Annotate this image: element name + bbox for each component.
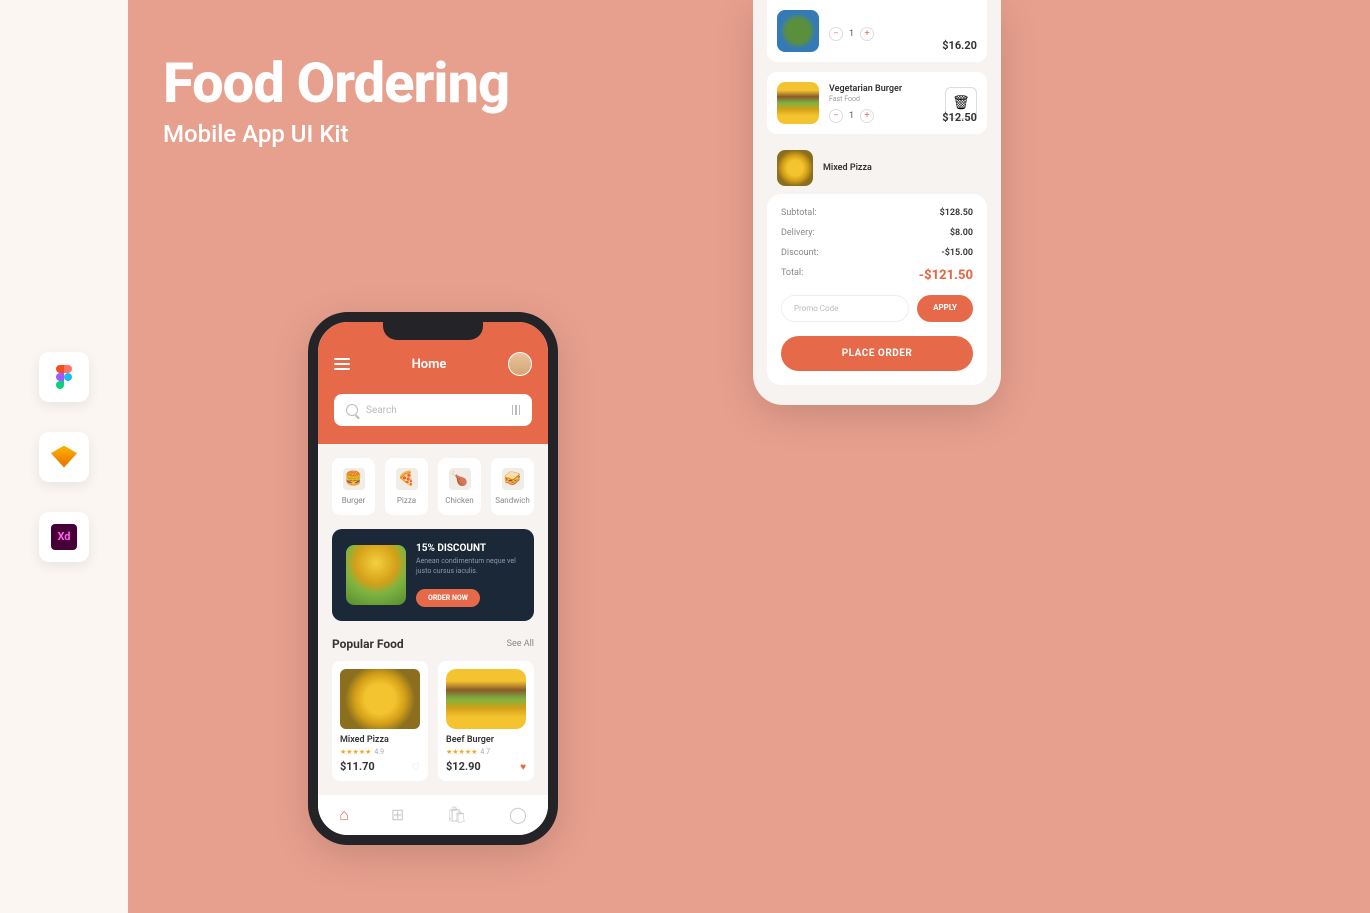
page-title: Home (412, 357, 447, 372)
sketch-icon (39, 432, 89, 482)
xd-icon: Xd (39, 512, 89, 562)
home-header: Home Search (318, 322, 548, 444)
qty-minus-button[interactable]: − (829, 109, 843, 123)
food-image (340, 669, 420, 729)
nav-home-icon[interactable]: ⌂ (339, 805, 349, 825)
category-sandwich[interactable]: 🥪Sandwich (491, 458, 534, 515)
rating-stars: ★★★★★4.7 (446, 748, 526, 756)
category-pizza[interactable]: 🍕Pizza (385, 458, 428, 515)
order-summary: Subtotal:$128.50 Delivery:$8.00 Discount… (767, 194, 987, 385)
figma-icon (39, 352, 89, 402)
hero-text: Food Ordering Mobile App UI Kit (163, 50, 509, 148)
place-order-button[interactable]: PLACE ORDER (781, 336, 973, 371)
nav-bag-icon[interactable]: 🛍 (447, 805, 467, 825)
avatar[interactable] (508, 352, 532, 376)
promo-banner: 15% DISCOUNT Aenean condimentum neque ve… (332, 529, 534, 621)
promo-image (346, 545, 406, 605)
heart-icon[interactable]: ♥ (520, 762, 526, 773)
rating-stars: ★★★★★4.9 (340, 748, 420, 756)
cart-item: Mixed Pizza (767, 144, 987, 186)
popular-title: Popular Food (332, 637, 404, 651)
order-now-button[interactable]: ORDER NOW (416, 589, 480, 607)
qty-minus-button[interactable]: − (829, 27, 843, 41)
search-placeholder: Search (366, 405, 504, 416)
see-all-link[interactable]: See All (507, 639, 534, 649)
cart-item: Vegetarian Burger Fast Food − 1 + $12.50… (767, 72, 987, 134)
bottom-nav: ⌂ ⊞ 🛍 ◯ (318, 795, 548, 835)
category-row: 🍔Burger 🍕Pizza 🍗Chicken 🥪Sandwich (332, 458, 534, 515)
qty-plus-button[interactable]: + (860, 109, 874, 123)
food-image (777, 10, 819, 52)
nav-grid-icon[interactable]: ⊞ (391, 805, 404, 825)
cart-screen: − 1 + $16.20 Vegetarian Burger Fast Food… (753, 0, 1001, 405)
food-image (446, 669, 526, 729)
promo-desc: Aenean condimentum neque vel justo cursu… (416, 557, 520, 577)
search-icon (346, 404, 358, 416)
apply-button[interactable]: APPLY (917, 295, 973, 322)
filter-icon[interactable] (512, 405, 521, 415)
home-screen: Home Search 🍔Burger 🍕Pizza 🍗Chicken 🥪San… (308, 312, 558, 845)
design-tools-sidebar: Xd (0, 0, 128, 913)
menu-icon[interactable] (334, 358, 350, 370)
nav-profile-icon[interactable]: ◯ (509, 805, 527, 825)
category-burger[interactable]: 🍔Burger (332, 458, 375, 515)
cart-item: − 1 + $16.20 (767, 0, 987, 62)
promo-title: 15% DISCOUNT (416, 543, 520, 554)
promo-code-input[interactable]: Promo Code (781, 295, 909, 322)
food-image (777, 82, 819, 124)
food-card-pizza[interactable]: Mixed Pizza ★★★★★4.9 $11.70 ♡ (332, 661, 428, 781)
search-input[interactable]: Search (334, 394, 532, 426)
hero-subtitle: Mobile App UI Kit (163, 120, 509, 148)
heart-icon[interactable]: ♡ (411, 762, 420, 773)
food-card-burger[interactable]: Beef Burger ★★★★★4.7 $12.90 ♥ (438, 661, 534, 781)
qty-plus-button[interactable]: + (860, 27, 874, 41)
category-chicken[interactable]: 🍗Chicken (438, 458, 481, 515)
hero-title: Food Ordering (163, 50, 509, 116)
food-image (777, 150, 813, 186)
